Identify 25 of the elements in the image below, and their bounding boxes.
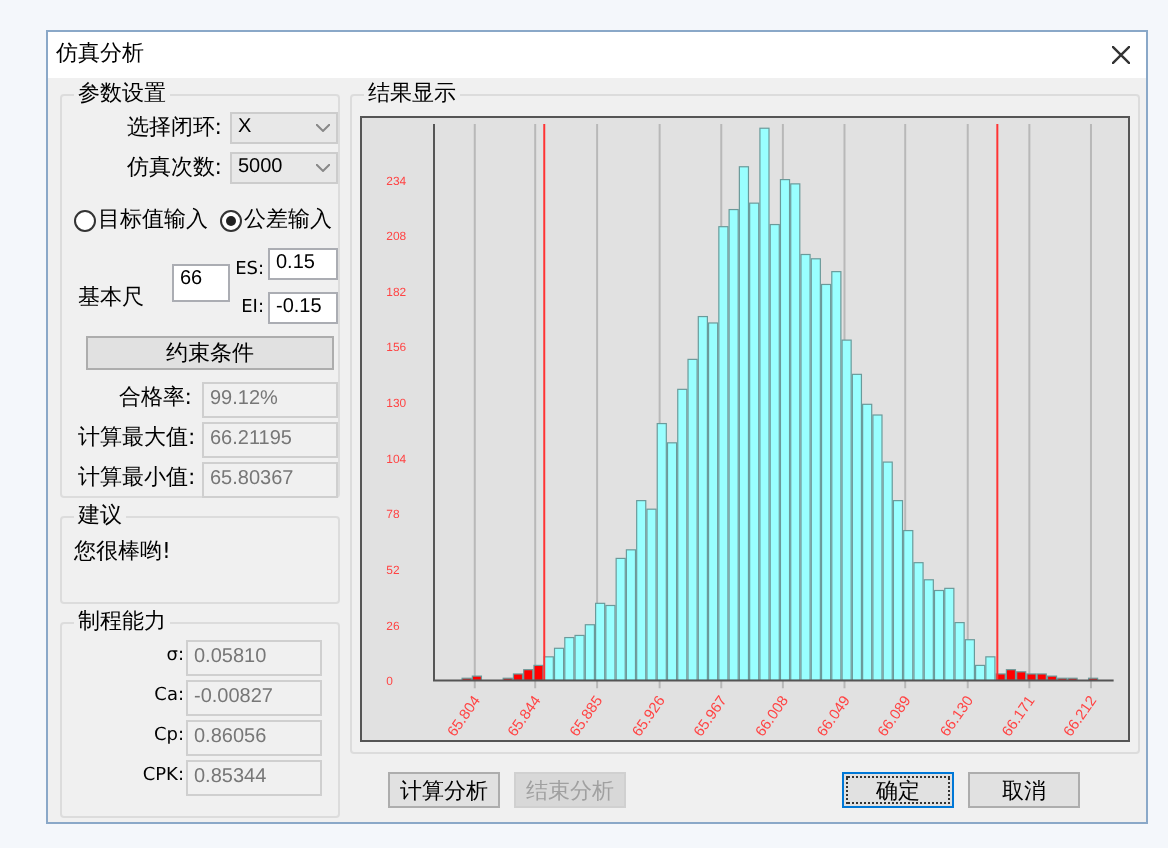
field-label: 选择闭环: xyxy=(124,112,224,144)
field-label: EI: xyxy=(241,296,264,322)
field-label: ES: xyxy=(235,258,264,284)
field-label: 计算最大值: xyxy=(78,422,198,455)
output-field: 66.21195 xyxy=(202,421,338,457)
group-title: 制程能力 xyxy=(74,608,170,636)
field-label: 计算最小值: xyxy=(78,462,198,495)
field-label: 合格率: xyxy=(116,382,194,415)
output-field: 0.85344 xyxy=(186,760,322,796)
output-field: -0.00827 xyxy=(186,680,322,716)
field-label: Ca: xyxy=(152,684,186,711)
field-label: 仿真次数: xyxy=(124,151,224,183)
field-label: Cp: xyxy=(151,724,186,751)
window-title: 仿真分析 xyxy=(56,38,144,71)
group-title: 参数设置 xyxy=(74,80,170,108)
group-title: 结果显示 xyxy=(364,80,460,108)
output-field: 65.80367 xyxy=(202,461,338,497)
field-label: σ: xyxy=(164,644,186,671)
output-field: 99.12% xyxy=(202,381,338,417)
field-label: CPK: xyxy=(140,764,186,791)
field-label: 基本尺 xyxy=(78,281,144,313)
output-field: 0.05810 xyxy=(186,640,322,676)
group-title: 建议 xyxy=(74,502,126,530)
advice-text: 您很棒哟! xyxy=(74,536,173,568)
output-field: 0.86056 xyxy=(186,720,322,756)
